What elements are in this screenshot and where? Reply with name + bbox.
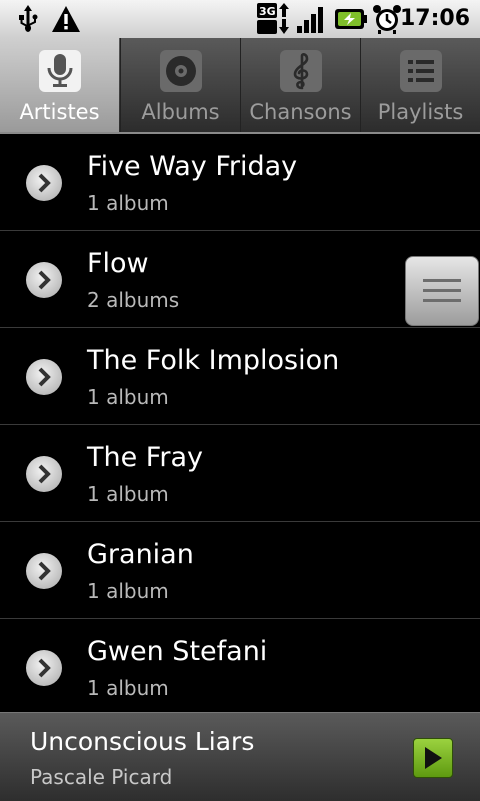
warning-icon xyxy=(50,3,82,35)
chevron-right-icon[interactable] xyxy=(26,456,62,492)
chevron-right-icon[interactable] xyxy=(26,553,62,589)
chevron-right-icon[interactable] xyxy=(26,359,62,395)
artist-name: The Fray xyxy=(87,442,203,473)
3g-data-icon: 3G xyxy=(257,3,291,35)
tab-bar: Artistes Albums Chansons Playlists xyxy=(0,38,480,134)
chevron-right-icon[interactable] xyxy=(26,165,62,201)
now-playing-title: Unconscious Liars xyxy=(30,727,255,756)
artist-name: Granian xyxy=(87,539,194,570)
tab-label: Playlists xyxy=(377,100,464,124)
tab-label: Chansons xyxy=(249,100,352,124)
album-count: 1 album xyxy=(87,385,169,409)
album-count: 1 album xyxy=(87,579,169,603)
album-count: 1 album xyxy=(87,482,169,506)
list-item[interactable]: Five Way Friday 1 album xyxy=(0,134,480,231)
tab-albums[interactable]: Albums xyxy=(120,38,240,132)
tab-label: Artistes xyxy=(19,100,100,124)
signal-icon xyxy=(295,3,329,35)
list-item[interactable]: The Fray 1 album xyxy=(0,425,480,522)
tab-artistes[interactable]: Artistes xyxy=(0,38,119,132)
now-playing-bar[interactable]: Unconscious Liars Pascale Picard xyxy=(0,712,480,801)
battery-charging-icon xyxy=(333,3,369,35)
artist-name: Flow xyxy=(87,248,149,279)
status-time: 17:06 xyxy=(399,6,470,31)
microphone-icon xyxy=(39,50,81,92)
status-bar: 3G 17:06 xyxy=(0,0,480,39)
album-count: 2 albums xyxy=(87,288,180,312)
grip-line xyxy=(423,279,461,282)
playlist-icon xyxy=(400,50,442,92)
usb-icon xyxy=(14,3,42,35)
grip-line xyxy=(423,299,461,302)
network-type-label: 3G xyxy=(259,5,276,18)
chevron-right-icon[interactable] xyxy=(26,262,62,298)
fast-scroll-handle[interactable] xyxy=(405,256,479,326)
tab-chansons[interactable]: Chansons xyxy=(240,38,360,132)
now-playing-artist: Pascale Picard xyxy=(30,765,173,789)
alarm-clock-icon xyxy=(371,3,403,35)
tab-label: Albums xyxy=(141,100,220,124)
play-icon xyxy=(425,747,442,769)
play-button[interactable] xyxy=(413,738,453,778)
list-item[interactable]: Granian 1 album xyxy=(0,522,480,619)
artist-name: Five Way Friday xyxy=(87,151,298,182)
list-item[interactable]: The Folk Implosion 1 album xyxy=(0,328,480,425)
chevron-right-icon[interactable] xyxy=(26,650,62,686)
grip-line xyxy=(423,289,461,292)
list-item[interactable]: Gwen Stefani 1 album xyxy=(0,619,480,712)
album-count: 1 album xyxy=(87,191,169,215)
album-count: 1 album xyxy=(87,676,169,700)
tab-playlists[interactable]: Playlists xyxy=(360,38,480,132)
album-disc-icon xyxy=(160,50,202,92)
artist-name: Gwen Stefani xyxy=(87,636,268,667)
treble-clef-icon xyxy=(280,50,322,92)
artist-list[interactable]: Five Way Friday 1 album Flow 2 albums Th… xyxy=(0,134,480,712)
artist-name: The Folk Implosion xyxy=(87,345,340,376)
